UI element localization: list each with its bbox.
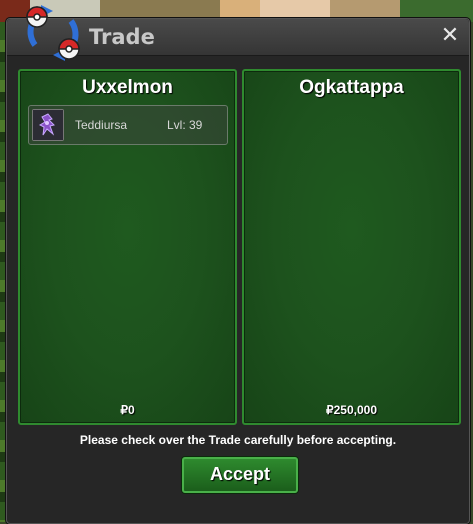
pokemon-level: Lvl: 39 bbox=[167, 118, 203, 132]
window-title: Trade bbox=[89, 25, 155, 49]
teddiursa-icon bbox=[33, 110, 63, 140]
pokemon-icon-frame bbox=[32, 109, 64, 141]
trade-notice: Please check over the Trade carefully be… bbox=[79, 433, 397, 447]
right-offer-panel: Ogkattappa ₽250,000 bbox=[242, 69, 461, 425]
accept-button[interactable]: Accept bbox=[182, 457, 298, 493]
right-player-name: Ogkattappa bbox=[299, 77, 404, 98]
left-player-name: Uxxelmon bbox=[82, 77, 173, 98]
right-money-offer: ₽250,000 bbox=[325, 403, 377, 417]
left-offer-panel: Uxxelmon Teddiursa Lvl: 39 ₽0 bbox=[18, 69, 237, 425]
offered-pokemon-slot[interactable]: Teddiursa Lvl: 39 bbox=[28, 105, 228, 145]
trade-window: Trade ✕ Uxxelmon Teddiursa Lvl: 39 ₽0 Og… bbox=[6, 5, 470, 524]
close-icon[interactable]: ✕ bbox=[439, 25, 461, 47]
left-money-offer: ₽0 bbox=[120, 403, 135, 417]
pokeball-trade-icon bbox=[26, 5, 80, 61]
pokemon-name: Teddiursa bbox=[75, 118, 128, 132]
